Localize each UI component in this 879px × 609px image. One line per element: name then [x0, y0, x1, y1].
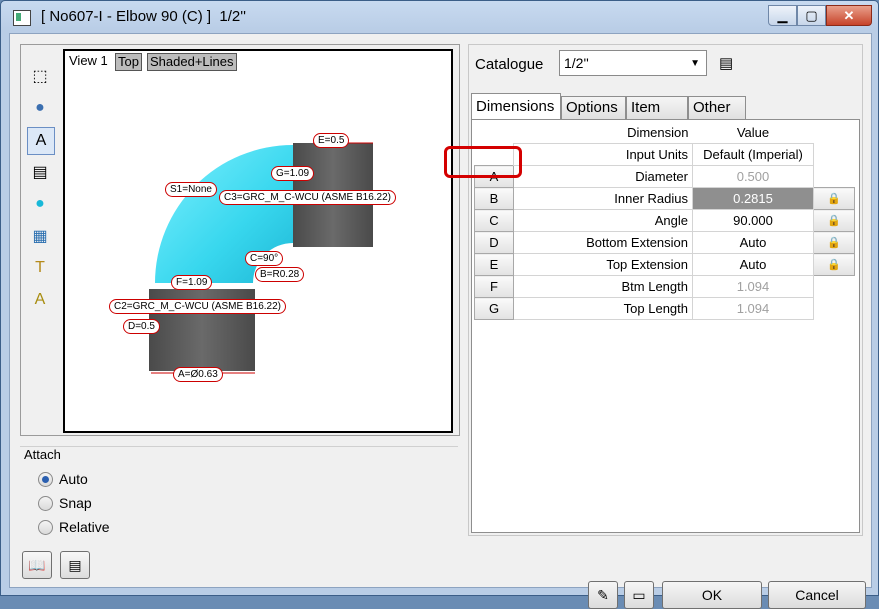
ok-button[interactable]: OK	[662, 581, 762, 609]
dimension-rows: A Diameter 0.500 B Inner Radius 0.2815 🔒 C Angle…	[474, 165, 855, 320]
dim-label-e[interactable]: E=0.5	[313, 133, 350, 148]
units-value[interactable]: Default (Imperial)	[692, 143, 814, 166]
tab-dimensions[interactable]: Dimensions	[471, 93, 561, 120]
dimension-value[interactable]: 0.2815	[692, 187, 814, 210]
dimensions-table-container: Dimension Value Input Units Default (Imp…	[471, 119, 860, 533]
hammer-icon[interactable]: T	[27, 255, 53, 281]
preview-panel: ⬚ ● A ▤ ● ▦ T A View 1 Top Shaded+Lines	[20, 44, 460, 436]
tab-item[interactable]: Item	[626, 96, 688, 119]
camera-icon[interactable]: ▭	[624, 581, 654, 609]
attach-option-relative[interactable]: Relative	[38, 519, 110, 535]
elbow-drawing	[149, 142, 373, 374]
window-title: [ No607-I - Elbow 90 (C) ] 1/2''	[41, 8, 246, 25]
table-row: E Top Extension Auto 🔒	[474, 253, 855, 276]
properties-button-icon[interactable]: ▤	[60, 551, 90, 579]
dimension-name: Inner Radius	[513, 187, 693, 210]
catalogue-dropdown[interactable]: 1/2'' ▼	[559, 50, 707, 76]
cancel-button[interactable]: Cancel	[768, 581, 866, 609]
dimension-name: Angle	[513, 209, 693, 232]
row-key-button[interactable]: B	[474, 187, 514, 210]
dimension-name: Bottom Extension	[513, 231, 693, 254]
dialog-client: ⬚ ● A ▤ ● ▦ T A View 1 Top Shaded+Lines	[9, 33, 872, 609]
units-label: Input Units	[513, 143, 693, 166]
grid-icon[interactable]: ▦	[27, 223, 53, 249]
dim-label-g[interactable]: G=1.09	[271, 166, 315, 181]
attach-group: Attach Auto Snap Relative	[20, 446, 458, 547]
radio-button[interactable]	[38, 471, 53, 487]
view-toolbar: ⬚ ● A ▤ ● ▦ T A	[25, 49, 55, 431]
table-row: B Inner Radius 0.2815 🔒	[474, 187, 855, 210]
app-icon	[13, 10, 31, 26]
table-row: F Btm Length 1.094	[474, 275, 855, 298]
dimension-value: 0.500	[692, 165, 814, 188]
dim-label-s1[interactable]: S1=None	[165, 182, 217, 197]
text-style-icon[interactable]: A	[27, 287, 53, 313]
book-icon[interactable]: 📖	[22, 551, 52, 579]
column-header-value: Value	[736, 125, 770, 140]
row-key-button[interactable]: D	[474, 231, 514, 254]
attach-option-auto[interactable]: Auto	[38, 471, 88, 487]
table-row: G Top Length 1.094	[474, 297, 855, 320]
tab-bar: Dimensions Options Item Other	[471, 93, 746, 120]
properties-icon[interactable]: ▤	[27, 159, 53, 185]
minimize-button[interactable]: ▁	[768, 5, 797, 26]
lock-icon[interactable]: 🔒	[813, 231, 855, 254]
dim-label-c2[interactable]: C2=GRC_M_C-WCU (ASME B16.22)	[109, 299, 286, 314]
dimension-value[interactable]: Auto	[692, 253, 814, 276]
lock-icon[interactable]: 🔒	[813, 253, 855, 276]
radio-button[interactable]	[38, 519, 53, 535]
row-key-button[interactable]: G	[474, 297, 514, 320]
catalogue-properties-icon[interactable]: ▤	[719, 54, 733, 72]
row-key-button[interactable]: F	[474, 275, 514, 298]
table-header-row: Dimension Value	[475, 122, 855, 144]
lock-icon[interactable]: 🔒	[813, 209, 855, 232]
row-key-button[interactable]: E	[474, 253, 514, 276]
dim-label-c[interactable]: C=90°	[245, 251, 284, 266]
chevron-down-icon: ▼	[690, 57, 700, 69]
dimension-name: Top Length	[513, 297, 693, 320]
dim-label-b[interactable]: B=R0.28	[255, 267, 305, 282]
dim-label-d[interactable]: D=0.5	[123, 319, 160, 334]
title-bar[interactable]: [ No607-I - Elbow 90 (C) ] 1/2'' ▁ ▢ ✕	[1, 1, 878, 33]
dim-label-c3[interactable]: C3=GRC_M_C-WCU (ASME B16.22)	[219, 190, 396, 205]
pen-icon[interactable]: ✎	[588, 581, 618, 609]
dimension-name: Top Extension	[513, 253, 693, 276]
dimension-value: 1.094	[692, 297, 814, 320]
dimension-name: Btm Length	[513, 275, 693, 298]
tab-options[interactable]: Options	[561, 96, 626, 119]
table-row: C Angle 90.000 🔒	[474, 209, 855, 232]
text-annotation-icon[interactable]: A	[27, 127, 55, 155]
dimension-value: 1.094	[692, 275, 814, 298]
catalogue-label: Catalogue	[475, 56, 544, 73]
dim-label-a[interactable]: A=Ø0.63	[173, 367, 223, 382]
dimensions-panel: Catalogue 1/2'' ▼ ▤ Dimensions Options I…	[468, 44, 863, 536]
radio-button[interactable]	[38, 495, 53, 511]
dimensions-table: Dimension Value Input Units Default (Imp…	[474, 122, 855, 320]
dimension-name: Diameter	[513, 165, 693, 188]
window-controls: ▁ ▢ ✕	[768, 5, 872, 26]
dialog-window: [ No607-I - Elbow 90 (C) ] 1/2'' ▁ ▢ ✕ ⬚…	[0, 0, 879, 609]
table-row-units: Input Units Default (Imperial)	[475, 143, 855, 166]
lock-icon[interactable]: 🔒	[813, 187, 855, 210]
attach-option-snap[interactable]: Snap	[38, 495, 92, 511]
attach-title: Attach	[24, 447, 61, 462]
3d-viewport[interactable]: View 1 Top Shaded+Lines E=0.5 G=1.09 S1=…	[63, 49, 453, 433]
tab-other[interactable]: Other	[688, 96, 746, 119]
table-row: D Bottom Extension Auto 🔒	[474, 231, 855, 254]
dim-label-f[interactable]: F=1.09	[171, 275, 213, 290]
dimension-value[interactable]: 90.000	[692, 209, 814, 232]
circle-icon[interactable]: ●	[27, 191, 53, 217]
maximize-button[interactable]: ▢	[797, 5, 826, 26]
sphere-icon[interactable]: ●	[27, 95, 53, 121]
cube-view-icon[interactable]: ⬚	[27, 63, 53, 89]
column-header-dimension: Dimension	[627, 125, 689, 140]
close-button[interactable]: ✕	[826, 5, 872, 26]
row-key-button[interactable]: C	[474, 209, 514, 232]
highlight-box	[444, 146, 522, 178]
dimension-value[interactable]: Auto	[692, 231, 814, 254]
table-row: A Diameter 0.500	[474, 165, 855, 188]
